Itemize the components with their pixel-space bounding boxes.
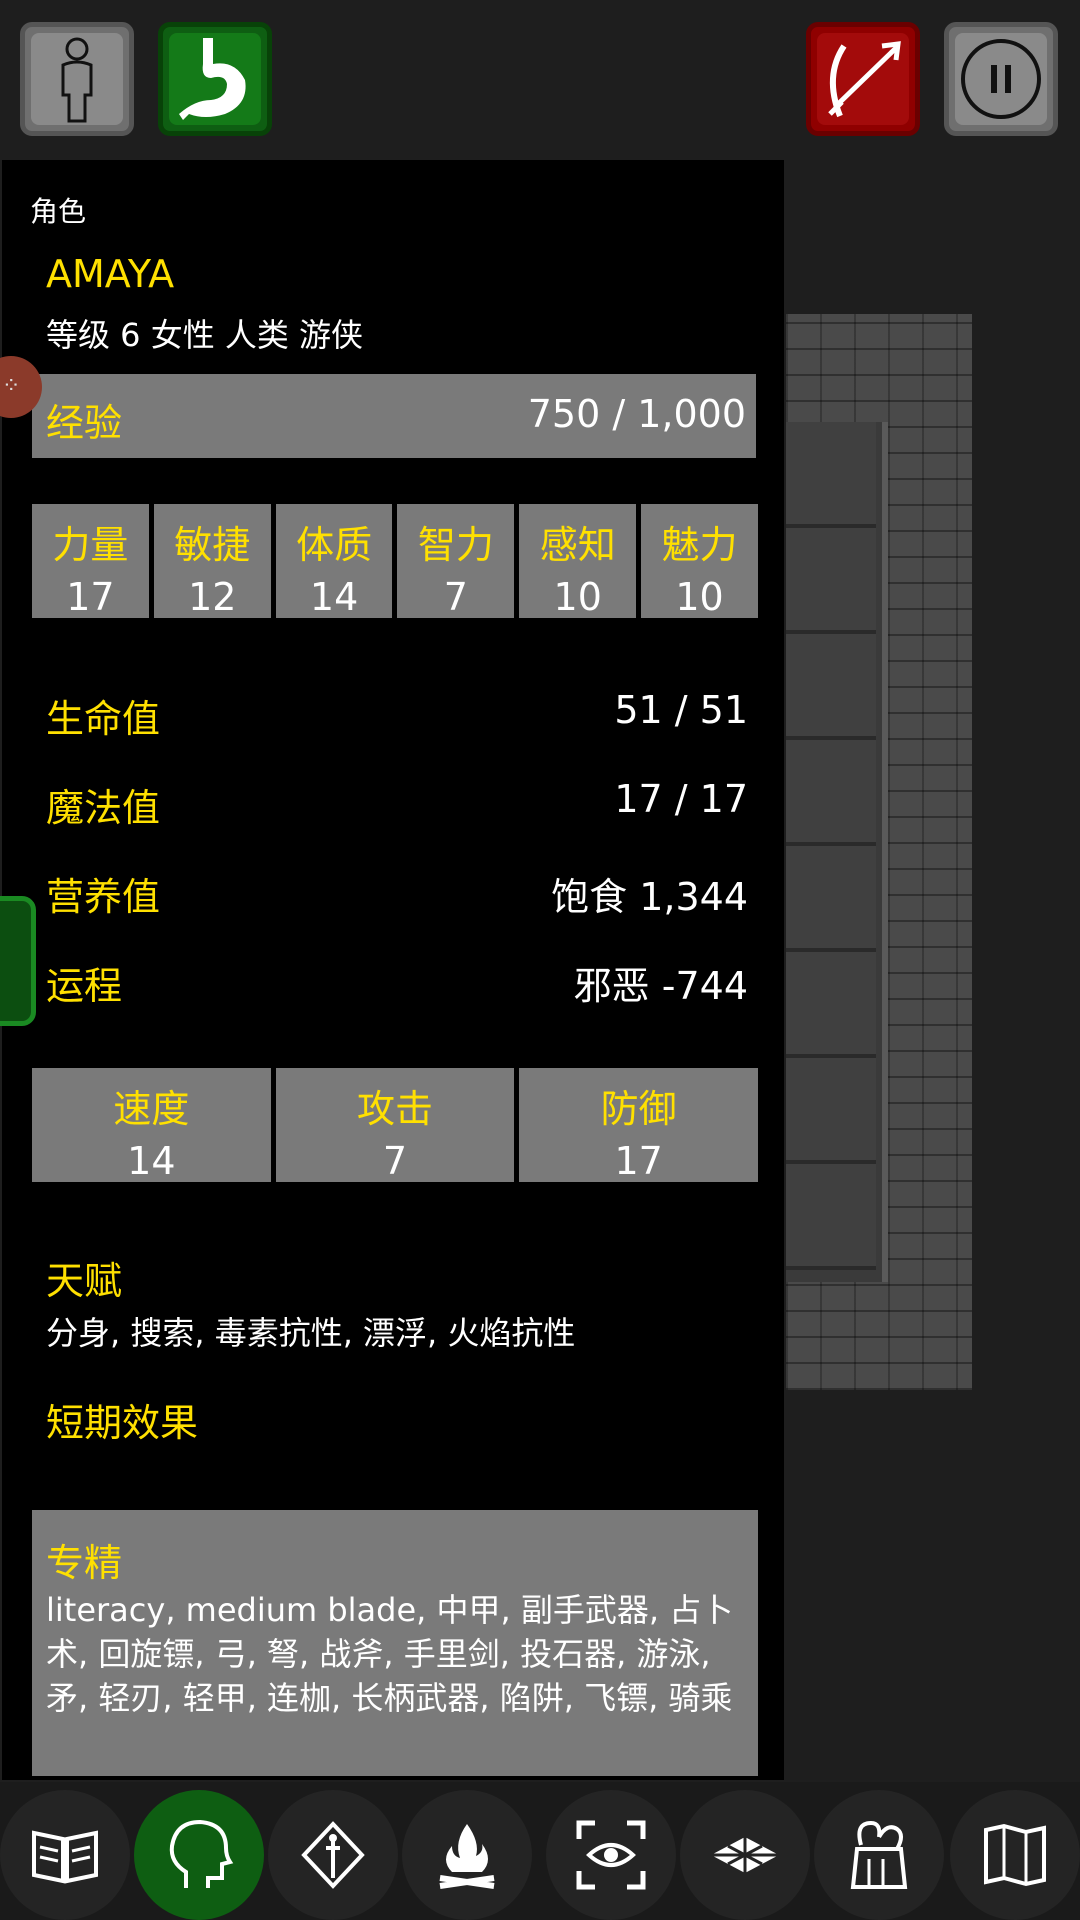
attribute-name: 智力 <box>417 523 494 567</box>
combat-value: 7 <box>382 1139 408 1183</box>
character-icon <box>61 37 93 123</box>
attribute-value: 7 <box>443 575 468 619</box>
rest-button[interactable] <box>402 1790 532 1920</box>
map-tile <box>786 846 876 952</box>
map-tile <box>786 634 876 740</box>
attribute-name: 魅力 <box>661 523 738 567</box>
attribute-cell: 体质 14 <box>275 504 393 619</box>
edge-tab-green[interactable] <box>0 896 36 1026</box>
map-tile <box>786 422 876 528</box>
attribute-grid: 力量 17 敏捷 12 体质 14 智力 7 感知 10 魅力 10 <box>32 504 758 619</box>
campfire-icon <box>439 1824 495 1889</box>
stat-value: 17 / 17 <box>614 777 748 821</box>
stat-row-mp: 魔法值 17 / 17 <box>46 777 748 837</box>
combat-value: 17 <box>614 1139 663 1183</box>
combat-value: 14 <box>127 1139 176 1183</box>
stat-label: 魔法值 <box>46 786 161 830</box>
attribute-name: 敏捷 <box>174 523 251 567</box>
map-tile <box>786 740 876 846</box>
map-button[interactable] <box>950 1790 1080 1920</box>
specialization-text: literacy, medium blade, 中甲, 副手武器, 占卜术, 回… <box>46 1591 734 1717</box>
talents-text: 分身, 搜索, 毒素抗性, 漂浮, 火焰抗性 <box>46 1314 576 1352</box>
map-icon <box>984 1823 1046 1887</box>
character-name: AMAYA <box>46 252 175 296</box>
attribute-cell: 智力 7 <box>397 504 515 619</box>
attribute-value: 10 <box>553 575 602 619</box>
bottom-toolbar <box>0 1782 1080 1920</box>
map-tile <box>786 1058 876 1164</box>
attribute-name: 感知 <box>539 523 616 567</box>
ranged-attack-button[interactable] <box>806 22 920 136</box>
look-icon <box>576 1820 646 1890</box>
combat-cell: 攻击 7 <box>275 1068 515 1183</box>
stat-row-luck: 运程 邪恶 -744 <box>46 955 748 1015</box>
combat-cell: 防御 17 <box>519 1068 759 1183</box>
book-icon <box>32 1830 98 1884</box>
specialization-box: 专精 literacy, medium blade, 中甲, 副手武器, 占卜术… <box>32 1510 758 1776</box>
journal-button[interactable] <box>0 1790 130 1920</box>
effects-heading: 短期效果 <box>46 1401 199 1445</box>
stat-label: 营养值 <box>46 875 161 919</box>
experience-label: 经验 <box>46 401 123 445</box>
stat-value: 邪恶 -744 <box>573 964 748 1008</box>
combat-cell: 速度 14 <box>32 1068 271 1183</box>
combat-name: 速度 <box>113 1087 190 1131</box>
floor-button[interactable] <box>680 1790 810 1920</box>
attribute-cell: 力量 17 <box>32 504 149 619</box>
attribute-value: 17 <box>66 575 115 619</box>
dungeon-map[interactable] <box>786 314 972 1390</box>
talents-heading: 天赋 <box>46 1259 123 1303</box>
experience-bar: 经验 750 / 1,000 <box>32 374 756 458</box>
dots-icon: ⁘ <box>2 374 21 399</box>
attribute-value: 12 <box>188 575 237 619</box>
attribute-value: 14 <box>309 575 359 619</box>
map-tile <box>786 528 876 634</box>
stat-row-nutrition: 营养值 饱食 1,344 <box>46 866 748 926</box>
combat-name: 防御 <box>600 1087 677 1131</box>
inventory-button[interactable] <box>814 1790 944 1920</box>
head-icon <box>169 1819 234 1888</box>
experience-value: 750 / 1,000 <box>527 392 746 436</box>
stat-row-hp: 生命值 51 / 51 <box>46 688 748 748</box>
stomach-icon <box>179 38 246 120</box>
attribute-name: 力量 <box>52 523 129 567</box>
combat-name: 攻击 <box>357 1087 434 1131</box>
dungeon-floor <box>786 422 888 1282</box>
spells-button[interactable] <box>268 1790 398 1920</box>
character-tab-button[interactable] <box>134 1790 264 1920</box>
combat-grid: 速度 14 攻击 7 防御 17 <box>32 1068 759 1183</box>
look-button[interactable] <box>546 1790 676 1920</box>
pause-icon <box>961 39 1041 119</box>
attribute-value: 10 <box>675 575 724 619</box>
attribute-cell: 敏捷 12 <box>153 504 271 619</box>
bag-icon <box>850 1820 908 1889</box>
stat-label: 运程 <box>46 964 123 1008</box>
attribute-cell: 感知 10 <box>519 504 637 619</box>
floor-icon <box>711 1837 779 1873</box>
stat-label: 生命值 <box>46 697 161 741</box>
stat-value: 饱食 1,344 <box>551 875 748 919</box>
map-tile <box>786 952 876 1058</box>
bow-arrow-icon <box>828 41 901 118</box>
map-tile <box>786 1164 876 1270</box>
character-panel: 角色 AMAYA 等级 6 女性 人类 游侠 经验 750 / 1,000 力量… <box>2 160 784 1780</box>
hunger-button[interactable] <box>158 22 272 136</box>
attribute-cell: 魅力 10 <box>641 504 758 619</box>
spell-icon <box>301 1821 365 1889</box>
stat-value: 51 / 51 <box>614 688 748 732</box>
character-subtitle: 等级 6 女性 人类 游侠 <box>46 316 364 354</box>
character-button[interactable] <box>20 22 134 136</box>
specialization-heading: 专精 <box>46 1541 123 1585</box>
attribute-name: 体质 <box>296 523 373 567</box>
panel-title: 角色 <box>30 195 87 228</box>
pause-button[interactable] <box>944 22 1058 136</box>
